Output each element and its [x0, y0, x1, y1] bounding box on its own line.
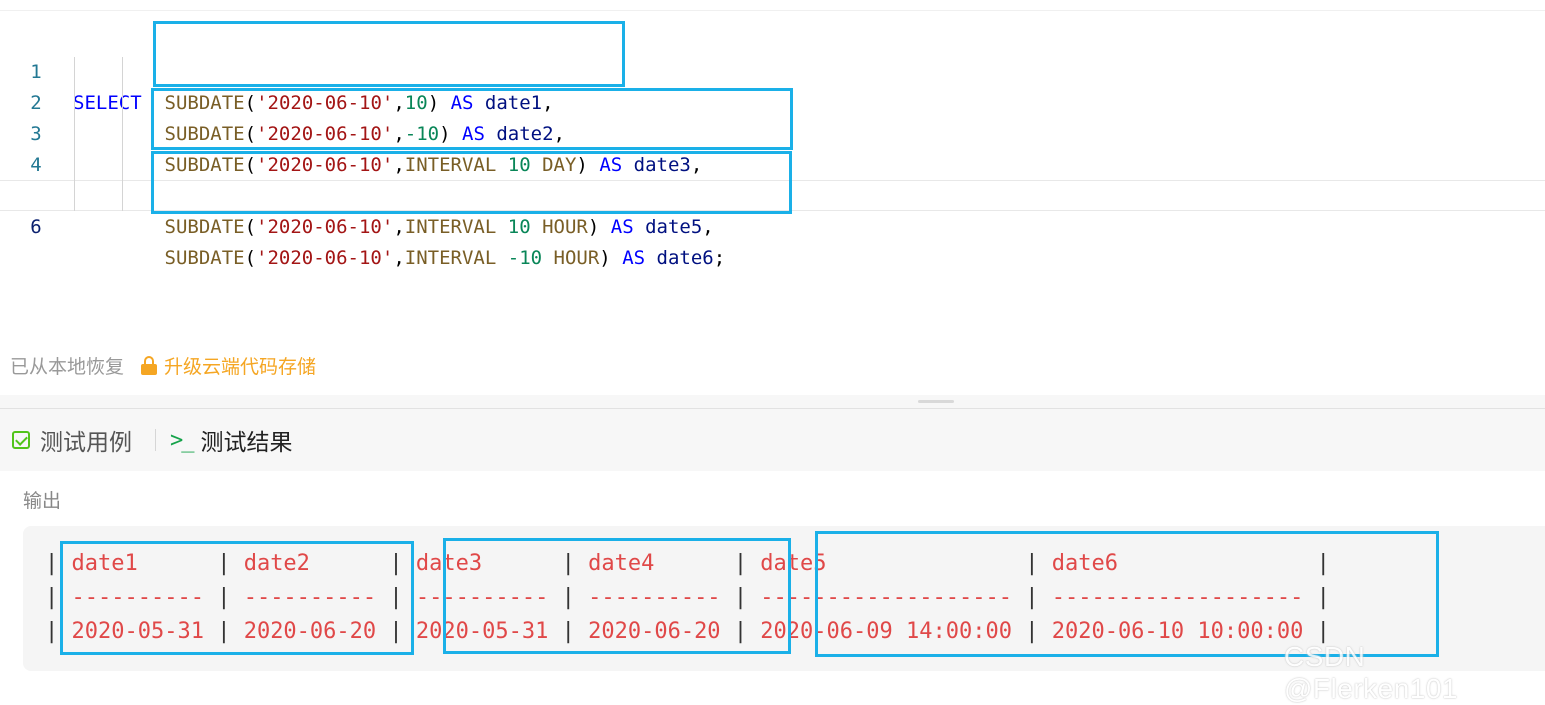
tab-test-results-label: 测试结果: [200, 429, 293, 455]
upgrade-storage-link[interactable]: 升级云端代码存储: [164, 352, 316, 379]
highlight-box: [815, 531, 1439, 657]
output-pipe: |: [45, 619, 59, 644]
code-token: AS: [610, 216, 634, 238]
code-token: '2020-06-10': [256, 216, 394, 238]
status-bar: 已从本地恢复 升级云端代码存储: [10, 352, 316, 378]
code-text[interactable]: SUBDATE('2020-06-10',INTERVAL 10 HOUR) A…: [73, 212, 714, 243]
console-tabs: 测试用例 >_ 测试结果: [0, 409, 1545, 471]
code-token: -10: [507, 247, 543, 269]
code-token: ,: [393, 216, 405, 238]
code-token: ): [599, 247, 623, 269]
code-token: ,: [393, 247, 405, 269]
code-token: HOUR: [542, 216, 588, 238]
tab-test-cases-label: 测试用例: [40, 429, 132, 455]
resize-handle-icon[interactable]: [918, 400, 954, 403]
code-token: date5: [645, 216, 703, 238]
code-token: INTERVAL: [404, 216, 497, 238]
code-token: HOUR: [553, 247, 600, 269]
terminal-icon: >_: [170, 427, 194, 453]
code-token: INTERVAL: [404, 247, 497, 269]
output-pipe: |: [45, 551, 59, 576]
code-token: ): [587, 216, 611, 238]
output-label: 输出: [23, 491, 62, 512]
top-divider: [0, 10, 1545, 11]
code-text[interactable]: SUBDATE('2020-06-10',INTERVAL -10 HOUR) …: [73, 243, 726, 274]
code-token: ,: [702, 216, 714, 238]
code-token: (: [244, 216, 257, 238]
lock-icon: [140, 355, 158, 375]
highlight-box: [151, 88, 793, 150]
indent-guide: [74, 57, 75, 211]
code-token: 10: [507, 216, 531, 238]
highlight-box: [443, 538, 791, 654]
watermark: CSDN @Flerken101: [1284, 641, 1459, 704]
indent-guide: [122, 57, 123, 211]
tab-test-results[interactable]: >_ 测试结果: [170, 409, 293, 471]
line-number: 6: [30, 216, 42, 238]
code-token: '2020-06-10': [256, 247, 394, 269]
code-token: SUBDATE: [164, 247, 245, 269]
code-token: SUBDATE: [164, 216, 245, 238]
tab-test-cases[interactable]: 测试用例: [12, 409, 132, 471]
highlight-box: [151, 151, 792, 214]
restored-status: 已从本地恢复: [10, 356, 125, 378]
code-token: AS: [622, 247, 646, 269]
tab-separator: [155, 429, 156, 451]
code-token: ;: [713, 247, 726, 269]
highlight-box: [153, 21, 625, 87]
code-token: (: [244, 247, 257, 269]
checkbox-icon: [12, 431, 30, 449]
output-pipe: |: [45, 585, 59, 610]
panel-resizer[interactable]: [0, 395, 1545, 408]
code-token: date6: [656, 247, 714, 269]
highlight-box: [60, 541, 414, 655]
